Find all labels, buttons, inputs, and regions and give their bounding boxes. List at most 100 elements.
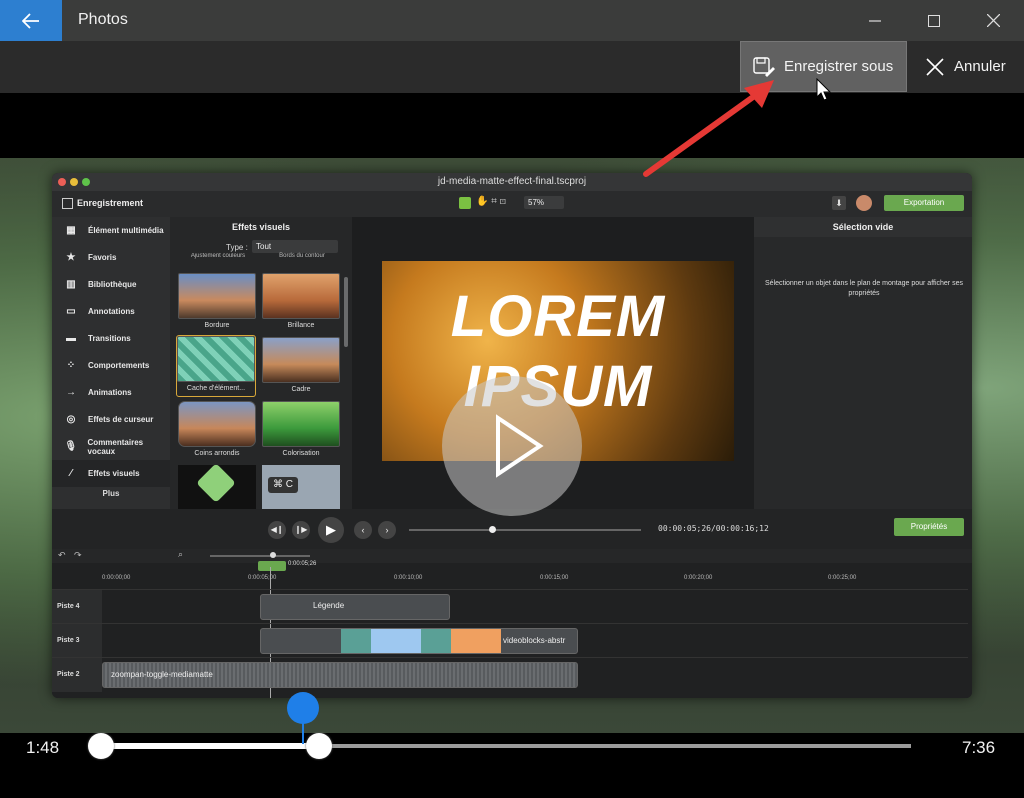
maximize-button[interactable] (905, 0, 963, 41)
trim-end-handle[interactable] (306, 733, 332, 759)
transition-icon: ▬ (66, 333, 76, 344)
effect-thumbnail[interactable]: ⌘ C (262, 465, 340, 509)
effect-item[interactable]: Bordure (178, 273, 256, 333)
track-clip[interactable]: videoblocks-abstr (260, 628, 578, 654)
effect-item[interactable]: Colorisation (262, 401, 340, 461)
properties-button[interactable]: Propriétés (894, 518, 964, 536)
red-arrow-annotation (643, 80, 774, 177)
sidebar-item-label: Annotations (88, 307, 135, 316)
play-icon[interactable]: ▶ (318, 517, 344, 543)
effect-thumbnail (262, 337, 340, 383)
timeline-toolbar: ↶ ↷ ⌕ (52, 549, 972, 563)
trim-start-handle[interactable] (88, 733, 114, 759)
next-frame-icon[interactable]: › (378, 521, 396, 539)
trim-selected-range (101, 743, 319, 749)
sidebar-item-animations[interactable]: → Animations (52, 379, 170, 406)
playhead-handle[interactable] (287, 692, 319, 724)
sidebar-item-label: Animations (88, 388, 132, 397)
clip-label: zoompan-toggle-mediamatte (111, 670, 213, 679)
effect-partial-label: Ajustement couleurs (190, 253, 246, 259)
effect-thumbnail (178, 401, 256, 447)
close-button[interactable] (964, 0, 1022, 41)
back-arrow-icon (22, 12, 39, 29)
effect-item[interactable]: Cadre (262, 337, 340, 397)
record-checkbox[interactable] (62, 198, 73, 209)
sidebar-item-library[interactable]: ▥ Bibliothèque (52, 271, 170, 298)
minimize-button[interactable] (846, 0, 904, 41)
sidebar-item-cursor-effects[interactable]: ◎ Effets de curseur (52, 406, 170, 433)
cursor-icon: ◎ (66, 414, 76, 425)
tools-sidebar: ▦ Élément multimédia ★ Favoris ▥ Bibliothèq… (52, 217, 170, 509)
undo-icon[interactable]: ↶ (58, 550, 66, 561)
shortcut-badge: ⌘ C (268, 477, 298, 493)
track-clip[interactable]: zoompan-toggle-mediamatte (102, 662, 578, 688)
effect-label: Colorisation (282, 450, 320, 457)
playhead-marker[interactable] (258, 561, 286, 571)
sidebar-item-media[interactable]: ▦ Élément multimédia (52, 217, 170, 244)
sidebar-item-transitions[interactable]: ▬ Transitions (52, 325, 170, 352)
sidebar-item-label: Effets de curseur (88, 415, 154, 424)
type-select[interactable]: Tout (252, 240, 338, 253)
sidebar-item-visual-effects[interactable]: ⁄ Effets visuels (52, 460, 170, 487)
clip-label: videoblocks-abstr (503, 636, 566, 645)
effect-thumbnail (178, 273, 256, 319)
track-clip[interactable]: Légende (260, 594, 450, 620)
playhead-line (302, 722, 304, 744)
track-label: Piste 2 (52, 658, 102, 692)
track-label: Piste 4 (52, 590, 102, 624)
download-icon[interactable]: ⬇ (832, 196, 846, 210)
effects-scrollbar[interactable] (344, 277, 348, 347)
timeline-zoom-track[interactable] (210, 555, 310, 557)
effect-thumbnail (177, 336, 255, 382)
ruler-label: 0:00:05;00 (248, 575, 277, 581)
play-overlay-button[interactable] (442, 376, 582, 516)
redo-icon[interactable]: ↷ (74, 550, 82, 561)
ruler-label: 0:00:25;00 (828, 575, 857, 581)
effect-thumbnail[interactable] (178, 463, 256, 509)
star-icon: ★ (66, 252, 76, 263)
track-row: Piste 4 Légende (52, 589, 968, 624)
effect-label: Brillance (287, 322, 315, 329)
zoom-dot-icon (82, 178, 90, 186)
export-button[interactable]: Exportation (884, 195, 964, 211)
timeline: ↶ ↷ ⌕ 0:00:05;26 0:00:00;00 0:00:05;00 0… (52, 549, 972, 698)
effect-label: Bordure (204, 322, 230, 329)
media-icon: ▦ (66, 225, 76, 236)
video-player[interactable]: jd-media-matte-effect-final.tscproj Enre… (0, 93, 1024, 733)
effect-item[interactable]: Brillance (262, 273, 340, 333)
library-icon: ▥ (66, 279, 76, 290)
properties-button-label: Propriétés (910, 522, 948, 531)
sidebar-more[interactable]: Plus (52, 489, 170, 498)
zoom-icon[interactable]: ⌕ (178, 549, 183, 560)
properties-empty-message: Sélectionner un objet dans le plan de mo… (765, 280, 963, 297)
cancel-label: Annuler (954, 58, 1006, 75)
zoom-select[interactable]: 57% (524, 196, 564, 209)
sidebar-item-label: Bibliothèque (88, 280, 137, 289)
effect-item-selected[interactable]: Cache d'élément... (176, 335, 256, 397)
timeline-zoom-thumb[interactable] (270, 552, 276, 558)
sidebar-item-label: Commentaires vocaux (87, 437, 144, 456)
animation-icon: → (66, 387, 76, 398)
behavior-icon: ⁘ (66, 360, 76, 371)
step-back-icon[interactable]: ◀❙ (268, 521, 286, 539)
title-bar: Photos (0, 0, 1024, 41)
select-tool-icon[interactable] (459, 197, 471, 209)
prev-frame-icon[interactable]: ‹ (354, 521, 372, 539)
sidebar-item-annotations[interactable]: ▭ Annotations (52, 298, 170, 325)
track-row: Piste 3 videoblocks-abstr (52, 623, 968, 658)
effects-panel-title: Effets visuels (231, 222, 291, 232)
avatar[interactable] (856, 195, 872, 211)
tools-icons[interactable]: ✋ ⌗ ⊡ (476, 196, 506, 207)
step-forward-icon[interactable]: ❙▶ (292, 521, 310, 539)
sidebar-item-voice[interactable]: 🎙 Commentaires vocaux (52, 433, 170, 460)
editor-progress-track[interactable] (409, 529, 641, 531)
effect-item[interactable]: Coins arrondis (178, 401, 256, 461)
mic-icon: 🎙 (64, 441, 78, 452)
cancel-button[interactable]: Annuler (918, 41, 1024, 92)
track-row: Piste 2 zoompan-toggle-mediamatte (52, 657, 968, 692)
sidebar-item-favorites[interactable]: ★ Favoris (52, 244, 170, 271)
annotation-icon: ▭ (66, 306, 76, 317)
back-button[interactable] (0, 0, 62, 41)
sidebar-item-behaviors[interactable]: ⁘ Comportements (52, 352, 170, 379)
editor-progress-thumb[interactable] (489, 526, 496, 533)
